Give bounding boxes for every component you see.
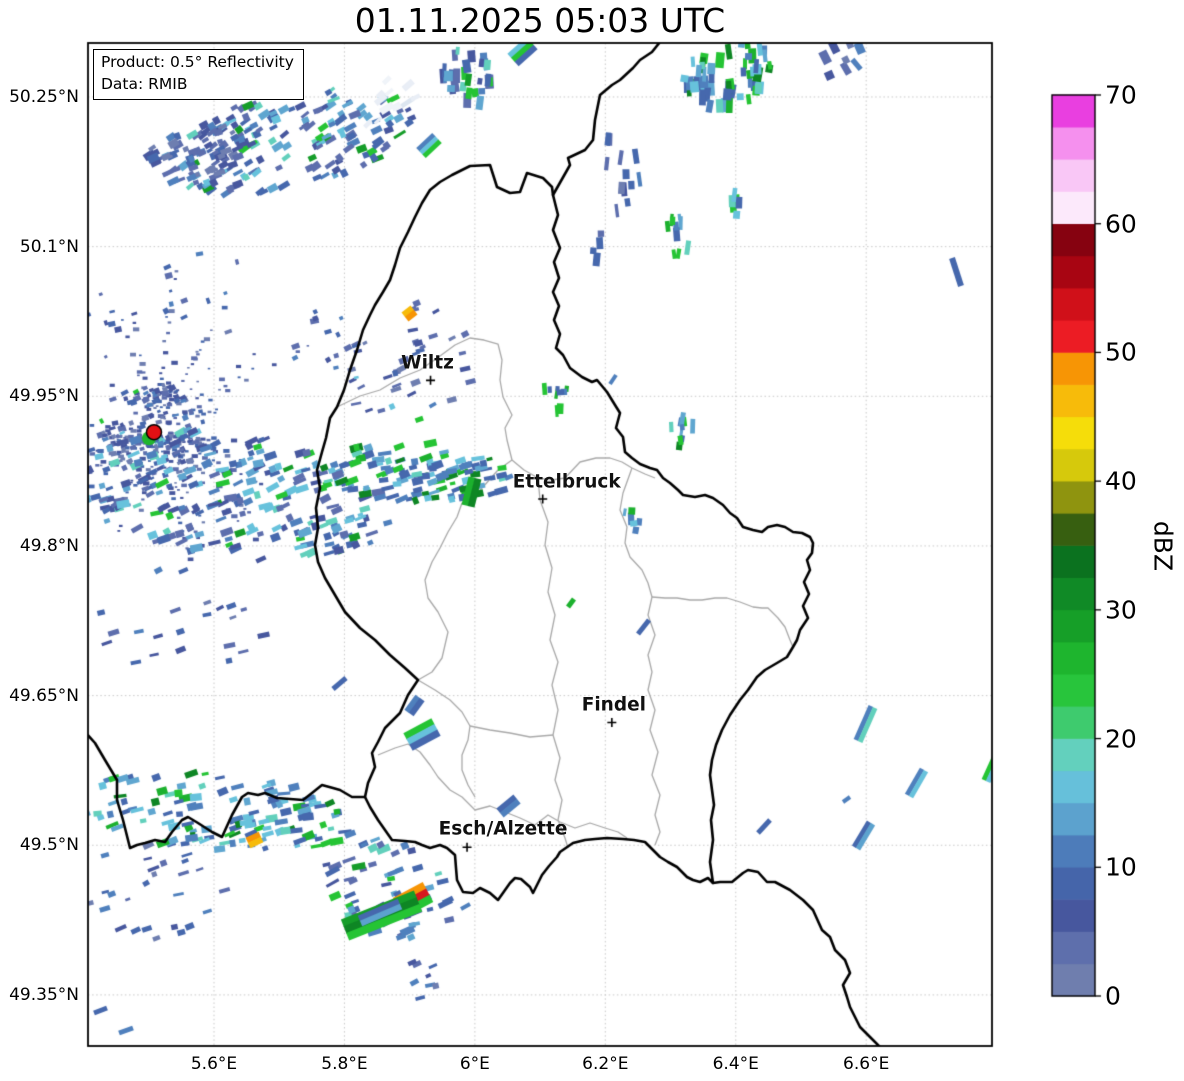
lat-tick-label: 50.25°N xyxy=(9,86,79,107)
colorbar-tick-label: 20 xyxy=(1105,724,1137,754)
city-label-findel: Findel xyxy=(581,694,646,716)
lon-tick-label: 6.4°E xyxy=(712,1054,759,1074)
plot-title: 01.11.2025 05:03 UTC xyxy=(354,1,726,40)
lon-tick-label: 6°E xyxy=(459,1054,490,1074)
lat-tick-label: 49.65°N xyxy=(9,685,79,706)
city-label-esch: Esch/Alzette xyxy=(438,818,568,840)
colorbar-tick-label: 30 xyxy=(1105,595,1137,625)
colorbar-unit-label: dBZ xyxy=(1148,520,1178,571)
city-label-ettelbruck: Ettelbruck xyxy=(512,471,621,493)
colorbar-tick-label: 10 xyxy=(1105,852,1137,882)
product-line: Product: 0.5° Reflectivity xyxy=(101,53,294,71)
product-info-box: Product: 0.5° Reflectivity Data: RMIB xyxy=(93,49,304,101)
city-label-wiltz: Wiltz xyxy=(401,352,454,374)
data-source-line: Data: RMIB xyxy=(101,74,188,93)
lon-tick-label: 5.6°E xyxy=(190,1054,238,1074)
lat-tick-label: 49.5°N xyxy=(19,835,79,856)
radar-figure: 01.11.2025 05:03 UTC Product: 0.5° Refle… xyxy=(0,0,1184,1081)
lon-tick-label: 6.2°E xyxy=(582,1054,629,1074)
lon-tick-label: 6.6°E xyxy=(843,1054,890,1074)
lat-tick-label: 50.1°N xyxy=(19,236,79,257)
colorbar-tick-label: 40 xyxy=(1105,466,1137,496)
lat-tick-label: 49.95°N xyxy=(9,386,79,407)
colorbar-tick-label: 60 xyxy=(1105,209,1137,239)
lat-tick-label: 49.35°N xyxy=(9,984,79,1005)
lat-tick-label: 49.8°N xyxy=(19,535,79,556)
colorbar-tick-label: 0 xyxy=(1105,981,1121,1011)
colorbar-tick-label: 70 xyxy=(1105,80,1137,110)
radar-map-canvas xyxy=(0,0,1184,1081)
lon-tick-label: 5.8°E xyxy=(321,1054,368,1074)
colorbar-tick-label: 50 xyxy=(1105,337,1137,367)
